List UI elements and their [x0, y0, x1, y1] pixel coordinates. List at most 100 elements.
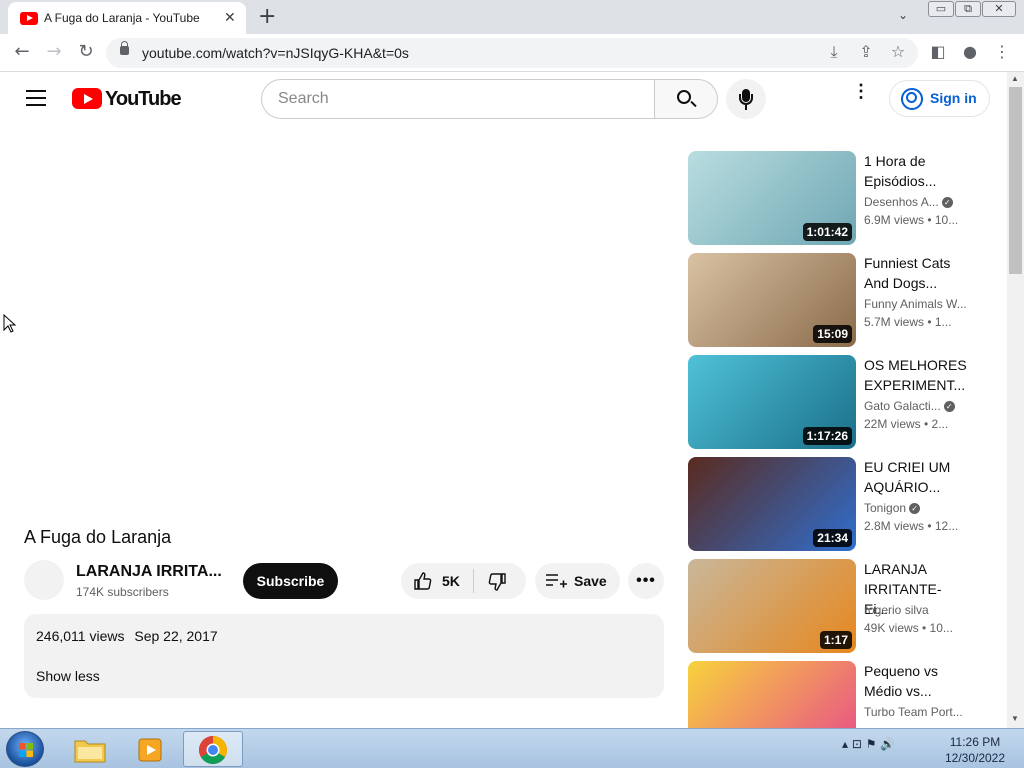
- taskbar-media-player[interactable]: [122, 731, 178, 767]
- recommended-video[interactable]: 1:17:26 OS MELHORES EXPERIMENT... Gato Gal…: [688, 355, 978, 449]
- voice-search-button[interactable]: [726, 79, 766, 119]
- youtube-favicon-icon: [20, 12, 38, 25]
- folder-icon: [74, 740, 106, 763]
- recommended-stats: 2.8M views • 12...: [864, 519, 959, 533]
- channel-avatar[interactable]: [24, 560, 64, 600]
- reload-icon[interactable]: ↻: [74, 41, 98, 62]
- recommended-stats: 5.7M views • 1...: [864, 315, 952, 329]
- duration-badge: 21:34: [813, 529, 852, 547]
- video-thumbnail[interactable]: 1:01:42: [688, 151, 856, 245]
- restore-button[interactable]: ⧉: [955, 1, 981, 17]
- search-box: [261, 79, 655, 119]
- bookmark-star-icon[interactable]: ☆: [888, 42, 908, 61]
- more-actions-button[interactable]: •••: [628, 563, 664, 599]
- video-thumbnail[interactable]: 21:34: [688, 457, 856, 551]
- recommended-channel[interactable]: Gato Galacti... ✓: [864, 399, 968, 413]
- scroll-down-arrow-icon[interactable]: ▼: [1011, 714, 1019, 723]
- account-icon: [901, 88, 923, 110]
- recommended-channel[interactable]: Desenhos A... ✓: [864, 195, 968, 209]
- start-button[interactable]: [6, 731, 44, 767]
- youtube-wordmark: YouTube: [105, 88, 182, 110]
- scrollbar-thumb[interactable]: [1009, 87, 1022, 274]
- duration-badge: 1:17: [819, 631, 852, 649]
- channel-label: rogerio silva: [864, 603, 929, 617]
- mouse-cursor-icon: [3, 314, 17, 333]
- recommended-channel[interactable]: Funny Animals W...: [864, 297, 968, 311]
- verified-check-icon: ✓: [941, 197, 953, 209]
- settings-kebab-icon[interactable]: ⋮: [852, 82, 870, 110]
- tab-title: A Fuga do Laranja - YouTube: [44, 11, 200, 25]
- window-close-button[interactable]: ✕: [982, 1, 1016, 17]
- address-bar[interactable]: youtube.com/watch?v=nJSIqyG-KHA&t=0s: [106, 38, 918, 68]
- install-icon[interactable]: ⤓: [824, 42, 844, 62]
- like-dislike-pill: 5K: [401, 563, 526, 599]
- recommended-video[interactable]: 15:09 Funniest Cats And Dogs... Funny Anim…: [688, 253, 978, 347]
- recommended-video[interactable]: 1:17 LARANJA IRRITANTE- Ei... rogerio silv…: [688, 559, 978, 653]
- recommended-video[interactable]: Pequeno vs Médio vs... Turbo Team Port...: [688, 661, 978, 728]
- video-meta: 246,011 views Sep 22, 2017: [36, 628, 224, 644]
- channel-label: Tonigon: [864, 501, 907, 515]
- recommended-title[interactable]: Pequeno vs Médio vs...: [864, 661, 968, 701]
- recommended-channel[interactable]: rogerio silva: [864, 603, 968, 617]
- subscribe-button[interactable]: Subscribe: [243, 563, 338, 599]
- video-thumbnail[interactable]: 1:17:26: [688, 355, 856, 449]
- chrome-menu-icon[interactable]: ⋮: [992, 42, 1012, 61]
- verified-check-icon: ✓: [943, 401, 955, 413]
- show-less-button[interactable]: Show less: [36, 668, 100, 684]
- video-thumbnail[interactable]: 15:09: [688, 253, 856, 347]
- media-player-icon: [138, 738, 162, 762]
- view-count: 246,011 views: [36, 628, 125, 644]
- search-button[interactable]: [654, 79, 718, 119]
- video-thumbnail[interactable]: 1:17: [688, 559, 856, 653]
- save-button[interactable]: Save: [535, 563, 620, 599]
- video-player[interactable]: [24, 140, 664, 512]
- channel-label: Turbo Team Port...: [864, 705, 963, 719]
- recommended-stats: 6.9M views • 10...: [864, 213, 959, 227]
- recommended-title[interactable]: EU CRIEI UM AQUÁRIO...: [864, 457, 968, 497]
- verified-check-icon: ✓: [909, 503, 921, 515]
- share-icon[interactable]: ⇪: [856, 42, 876, 61]
- recommended-video[interactable]: 21:34 EU CRIEI UM AQUÁRIO... Tonigon ✓ 2.8M …: [688, 457, 978, 551]
- duration-badge: 1:17:26: [802, 427, 852, 445]
- new-tab-button[interactable]: +: [258, 4, 276, 29]
- sign-in-button[interactable]: Sign in: [889, 80, 990, 117]
- lock-icon: [120, 41, 129, 55]
- browser-tab-strip: A Fuga do Laranja - YouTube ✕ + ⌄ ▭ ⧉ ✕: [0, 0, 1024, 34]
- tab-search-chevron-icon[interactable]: ⌄: [898, 8, 908, 22]
- recommended-title[interactable]: Funniest Cats And Dogs...: [864, 253, 968, 293]
- channel-label: Gato Galacti...: [864, 399, 941, 413]
- search-input[interactable]: [262, 80, 655, 118]
- side-panel-icon[interactable]: ◧: [928, 42, 948, 61]
- chrome-icon: [199, 736, 227, 764]
- back-arrow-icon[interactable]: ←: [10, 41, 34, 62]
- url-text: youtube.com/watch?v=nJSIqyG-KHA&t=0s: [142, 45, 409, 61]
- taskbar-chrome[interactable]: [183, 731, 243, 767]
- search-icon: [677, 90, 691, 104]
- upload-date: Sep 22, 2017: [134, 628, 218, 644]
- recommended-title[interactable]: 1 Hora de Episódios...: [864, 151, 968, 191]
- clock-time[interactable]: 11:26 PM: [940, 735, 1010, 749]
- browser-tab[interactable]: A Fuga do Laranja - YouTube ✕: [8, 2, 246, 34]
- hamburger-menu-icon[interactable]: [26, 90, 46, 106]
- recommended-video[interactable]: 1:01:42 1 Hora de Episódios... Desenhos A.…: [688, 151, 978, 245]
- profile-icon[interactable]: ●: [960, 42, 980, 61]
- minimize-button[interactable]: ▭: [928, 1, 954, 17]
- scroll-up-arrow-icon[interactable]: ▲: [1011, 74, 1019, 83]
- forward-arrow-icon[interactable]: →: [42, 41, 66, 62]
- taskbar-explorer[interactable]: [62, 731, 118, 767]
- video-thumbnail[interactable]: [688, 661, 856, 728]
- channel-name[interactable]: LARANJA IRRITA...: [76, 563, 222, 581]
- system-tray[interactable]: ▴ ⊡ ⚑ 🔊: [842, 737, 895, 751]
- like-count[interactable]: 5K: [442, 573, 460, 589]
- recommended-channel[interactable]: Turbo Team Port...: [864, 705, 968, 719]
- clock-date[interactable]: 12/30/2022: [940, 751, 1010, 765]
- thumb-up-icon[interactable]: [413, 571, 433, 591]
- windows-taskbar: ▴ ⊡ ⚑ 🔊 11:26 PM 12/30/2022: [0, 728, 1024, 768]
- thumb-down-icon[interactable]: [487, 572, 507, 592]
- channel-label: Desenhos A...: [864, 195, 939, 209]
- recommended-channel[interactable]: Tonigon ✓: [864, 501, 968, 515]
- tab-close-icon[interactable]: ✕: [224, 9, 236, 26]
- recommended-title[interactable]: OS MELHORES EXPERIMENT...: [864, 355, 968, 395]
- duration-badge: 15:09: [813, 325, 852, 343]
- description-box[interactable]: 246,011 views Sep 22, 2017 Show less: [24, 614, 664, 698]
